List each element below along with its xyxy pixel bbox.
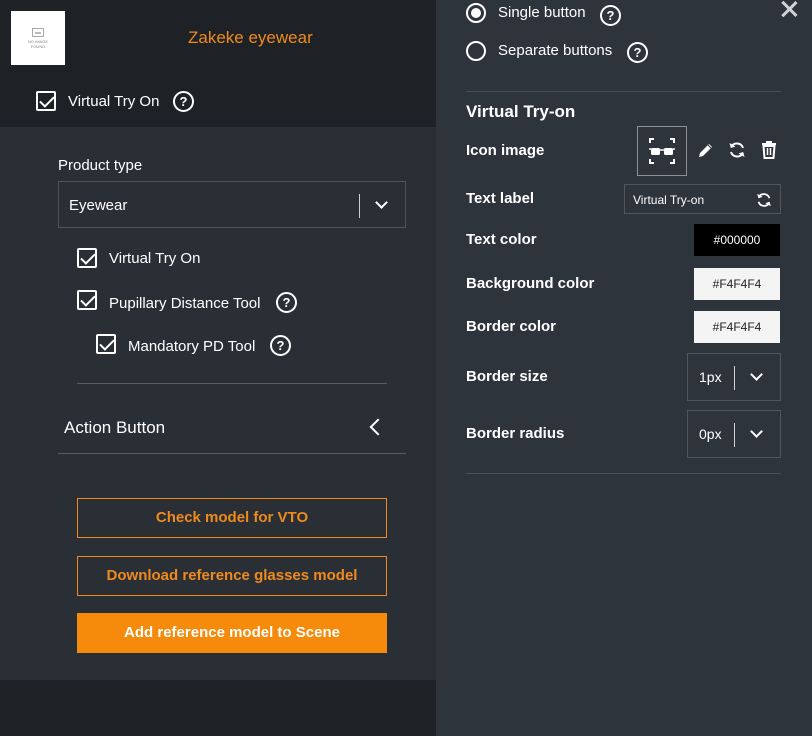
settings-bottom-divider — [466, 473, 781, 474]
add-model-button[interactable]: Add reference model to Scene — [77, 613, 387, 653]
accordion-divider — [58, 453, 406, 454]
border-radius-value: 0px — [699, 426, 722, 442]
separate-buttons-radio[interactable] — [466, 41, 486, 61]
option-vto-label: Virtual Try On — [109, 250, 201, 267]
check-model-button[interactable]: Check model for VTO — [77, 498, 387, 538]
vto-checkbox[interactable] — [36, 91, 56, 111]
product-type-value: Eyewear — [69, 197, 128, 214]
thumbnail-text: NO IMAGE FOUND — [27, 38, 48, 49]
border-color-label: Border color — [466, 318, 557, 335]
text-label-label: Text label — [466, 190, 535, 207]
refresh-icon[interactable] — [727, 140, 747, 160]
icon-image-label: Icon image — [466, 142, 545, 159]
product-header — [0, 0, 436, 127]
single-button-help-icon[interactable]: ? — [600, 5, 621, 26]
product-thumbnail: NO IMAGE FOUND — [11, 11, 65, 65]
text-color-swatch[interactable]: #000000 — [694, 224, 780, 256]
left-footer — [0, 680, 436, 736]
text-label-input[interactable]: Virtual Try-on — [624, 184, 781, 214]
border-radius-select[interactable]: 0px — [687, 410, 781, 458]
action-button-accordion[interactable]: Action Button — [64, 418, 165, 438]
close-icon[interactable] — [780, 0, 798, 18]
chevron-down-icon — [375, 196, 388, 209]
product-name: Zakeke eyewear — [188, 28, 313, 47]
separate-buttons-label: Separate buttons — [498, 42, 613, 59]
pencil-icon[interactable] — [697, 141, 715, 159]
download-model-button[interactable]: Download reference glasses model — [77, 556, 387, 596]
single-button-label: Single button — [498, 4, 586, 21]
text-color-label: Text color — [466, 231, 537, 248]
glasses-icon — [649, 138, 675, 164]
product-type-select[interactable]: Eyewear — [58, 181, 406, 228]
select-separator — [734, 366, 735, 390]
vto-help-icon[interactable]: ? — [173, 91, 194, 112]
separate-buttons-help-icon[interactable]: ? — [627, 42, 648, 63]
background-color-swatch[interactable]: #F4F4F4 — [694, 268, 780, 300]
select-separator — [734, 423, 735, 447]
chevron-down-icon — [750, 425, 763, 438]
option-pd-tool-checkbox[interactable] — [77, 290, 97, 310]
trash-icon[interactable] — [760, 140, 778, 160]
border-radius-label: Border radius — [466, 425, 565, 442]
options-divider — [77, 383, 387, 384]
mode-divider — [466, 91, 781, 92]
chevron-down-icon — [750, 368, 763, 381]
image-placeholder-icon — [32, 27, 44, 37]
icon-image-preview[interactable] — [637, 126, 687, 176]
option-vto-checkbox[interactable] — [77, 248, 97, 268]
border-size-value: 1px — [699, 369, 722, 385]
text-label-value: Virtual Try-on — [633, 193, 705, 207]
select-separator — [359, 194, 360, 218]
border-color-swatch[interactable]: #F4F4F4 — [694, 311, 780, 343]
option-mandatory-pd-label: Mandatory PD Tool — [128, 338, 256, 355]
option-mandatory-pd-checkbox[interactable] — [96, 334, 116, 354]
pd-tool-help-icon[interactable]: ? — [276, 292, 297, 313]
border-size-select[interactable]: 1px — [687, 353, 781, 401]
option-pd-tool-label: Pupillary Distance Tool — [109, 295, 261, 312]
product-type-label: Product type — [58, 157, 143, 174]
border-size-label: Border size — [466, 368, 548, 385]
single-button-radio[interactable] — [466, 3, 486, 23]
background-color-label: Background color — [466, 275, 595, 292]
section-title: Virtual Try-on — [466, 102, 576, 121]
mandatory-pd-help-icon[interactable]: ? — [270, 335, 291, 356]
vto-label: Virtual Try On — [68, 93, 160, 110]
reset-text-icon[interactable] — [755, 191, 773, 209]
